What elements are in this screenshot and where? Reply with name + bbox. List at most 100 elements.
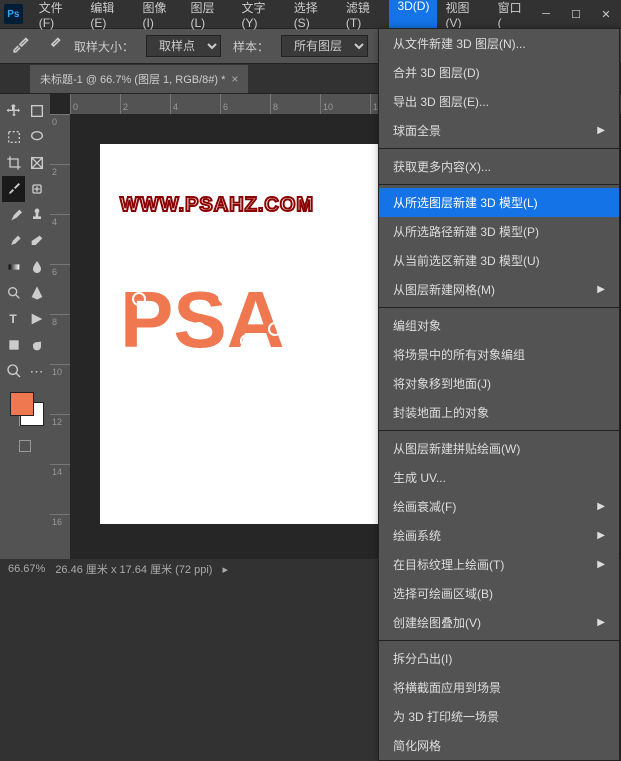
color-swatches[interactable] xyxy=(2,388,48,438)
ruler-vertical: 0246810121416 xyxy=(50,114,70,559)
ruler-tick: 0 xyxy=(50,114,70,164)
svg-text:T: T xyxy=(9,312,17,326)
menu-item-label: 绘画衰减(F) xyxy=(393,498,456,515)
ruler-tick: 12 xyxy=(50,414,70,464)
menu-separator xyxy=(379,640,619,641)
menu-item[interactable]: 从图层新建拼贴绘画(W) xyxy=(379,434,619,463)
pen-tool[interactable] xyxy=(25,280,48,306)
menu-item[interactable]: 从图层新建网格(M)▶ xyxy=(379,275,619,304)
menu-item-label: 导出 3D 图层(E)... xyxy=(393,93,489,110)
path-tool[interactable] xyxy=(25,306,48,332)
menu-item-label: 从文件新建 3D 图层(N)... xyxy=(393,35,526,52)
screenmode-icon[interactable] xyxy=(19,440,31,452)
text-tool[interactable]: T xyxy=(2,306,25,332)
zoom-level[interactable]: 66.67% xyxy=(8,563,45,575)
menu-item-label: 合并 3D 图层(D) xyxy=(393,64,480,81)
frame-tool[interactable] xyxy=(25,150,48,176)
lasso-tool[interactable] xyxy=(25,124,48,150)
close-button[interactable]: ✕ xyxy=(591,2,621,26)
zoom-tool[interactable] xyxy=(2,358,25,384)
hand-tool[interactable] xyxy=(25,332,48,358)
edit-toolbar[interactable]: ⋯ xyxy=(25,358,48,384)
menu-item-label: 将场景中的所有对象编组 xyxy=(393,346,525,363)
document-dimensions: 26.46 厘米 x 17.64 厘米 (72 ppi) xyxy=(55,561,212,577)
ruler-tick: 0 xyxy=(70,94,120,114)
blur-tool[interactable] xyxy=(25,254,48,280)
foreground-color-swatch[interactable] xyxy=(10,392,34,416)
chevron-right-icon: ▶ xyxy=(597,559,605,570)
menu-item-label: 从当前选区新建 3D 模型(U) xyxy=(393,252,540,269)
menu-item[interactable]: 从文件新建 3D 图层(N)... xyxy=(379,29,619,58)
close-icon[interactable]: × xyxy=(231,72,238,86)
ruler-tick: 8 xyxy=(270,94,320,114)
menu-item[interactable]: 图层(L) xyxy=(183,0,234,34)
menu-item[interactable]: 简化网格 xyxy=(379,731,619,760)
chevron-right-icon: ▶ xyxy=(597,530,605,541)
menu-separator xyxy=(379,307,619,308)
menu-item[interactable]: 绘画衰减(F)▶ xyxy=(379,492,619,521)
menu-separator xyxy=(379,430,619,431)
menu-item[interactable]: 将横截面应用到场景 xyxy=(379,673,619,702)
menu-item-label: 创建绘图叠加(V) xyxy=(393,614,481,631)
minimize-button[interactable]: ─ xyxy=(531,2,561,26)
menu-item[interactable]: 图像(I) xyxy=(135,0,183,34)
menu-item[interactable]: 导出 3D 图层(E)... xyxy=(379,87,619,116)
history-brush-tool[interactable] xyxy=(2,228,25,254)
ruler-tick: 4 xyxy=(170,94,220,114)
menu-item[interactable]: 编组对象 xyxy=(379,311,619,340)
menu-item[interactable]: 获取更多内容(X)... xyxy=(379,152,619,181)
menu-item[interactable]: 从当前选区新建 3D 模型(U) xyxy=(379,246,619,275)
menu-item[interactable]: 绘画系统▶ xyxy=(379,521,619,550)
titlebar: Ps 文件(F)编辑(E)图像(I)图层(L)文字(Y)选择(S)滤镜(T)3D… xyxy=(0,0,621,28)
menu-item[interactable]: 生成 UV... xyxy=(379,463,619,492)
gradient-tool[interactable] xyxy=(2,254,25,280)
maximize-button[interactable]: ☐ xyxy=(561,2,591,26)
crop-tool[interactable] xyxy=(2,150,25,176)
eraser-tool[interactable] xyxy=(25,228,48,254)
eyedropper-tool-icon[interactable] xyxy=(10,36,30,56)
marquee-tool[interactable] xyxy=(2,124,25,150)
menu-item[interactable]: 在目标纹理上绘画(T)▶ xyxy=(379,550,619,579)
chevron-right-icon: ▶ xyxy=(597,617,605,628)
menu-item[interactable]: 从所选图层新建 3D 模型(L) xyxy=(379,188,619,217)
sample-size-label: 取样大小： xyxy=(74,38,134,55)
artboard-tool[interactable] xyxy=(25,98,48,124)
document-tab[interactable]: 未标题-1 @ 66.7% (图层 1, RGB/8#) * × xyxy=(30,65,248,93)
menu-item-label: 从所选图层新建 3D 模型(L) xyxy=(393,194,538,211)
ruler-tick: 2 xyxy=(120,94,170,114)
menu-item[interactable]: 拆分凸出(I) xyxy=(379,644,619,673)
menu-item[interactable]: 编辑(E) xyxy=(82,0,134,34)
menu-item[interactable]: 选择(S) xyxy=(286,0,338,34)
eyedropper-tool[interactable] xyxy=(2,176,25,202)
ruler-tick: 10 xyxy=(50,364,70,414)
menu-item[interactable]: 创建绘图叠加(V) ▶ xyxy=(379,608,619,637)
menu-item-label: 编组对象 xyxy=(393,317,441,334)
menu-item[interactable]: 将场景中的所有对象编组 xyxy=(379,340,619,369)
menu-item[interactable]: 球面全景▶ xyxy=(379,116,619,145)
sample-select[interactable]: 所有图层 xyxy=(281,35,368,57)
menu-item[interactable]: 合并 3D 图层(D) xyxy=(379,58,619,87)
menu-item[interactable]: 文字(Y) xyxy=(234,0,286,34)
brush-tool[interactable] xyxy=(2,202,25,228)
ruler-tick: 6 xyxy=(50,264,70,314)
stamp-tool[interactable] xyxy=(25,202,48,228)
window-controls: ─ ☐ ✕ xyxy=(531,2,621,26)
menu-item-label: 球面全景 xyxy=(393,122,441,139)
menu-item-label: 将对象移到地面(J) xyxy=(393,375,491,392)
menu-item[interactable]: 从所选路径新建 3D 模型(P) xyxy=(379,217,619,246)
menu-item[interactable]: 选择可绘画区域(B) xyxy=(379,579,619,608)
menu-item[interactable]: 封装地面上的对象 xyxy=(379,398,619,427)
3d-menu-dropdown: 从文件新建 3D 图层(N)... 合并 3D 图层(D) 导出 3D 图层(E).… xyxy=(378,28,620,761)
statusbar-arrow-icon[interactable]: ▸ xyxy=(222,563,228,576)
healing-tool[interactable] xyxy=(25,176,48,202)
move-tool[interactable] xyxy=(2,98,25,124)
shape-tool[interactable] xyxy=(2,332,25,358)
menu-item-label: 简化网格 xyxy=(393,737,441,754)
menu-item[interactable]: 为 3D 打印统一场景 xyxy=(379,702,619,731)
menu-item[interactable]: 文件(F) xyxy=(31,0,83,34)
dodge-tool[interactable] xyxy=(2,280,25,306)
menu-item[interactable]: 将对象移到地面(J) xyxy=(379,369,619,398)
sample-size-select[interactable]: 取样点 xyxy=(146,35,221,57)
document-canvas[interactable]: WWW.PSAHZ.COM PSA xyxy=(100,144,380,524)
eyedropper-variant-icon[interactable] xyxy=(42,36,62,56)
